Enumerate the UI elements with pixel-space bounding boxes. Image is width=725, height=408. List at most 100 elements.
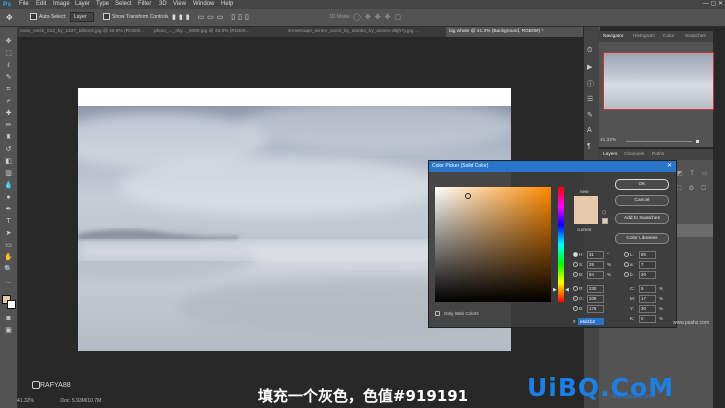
only-web-colors-checkbox[interactable] <box>435 311 440 316</box>
actions-icon[interactable]: ▶ <box>587 63 592 71</box>
align-icons[interactable]: ▮▮▮ ▭▭▭ ▯▯▯ <box>172 9 252 26</box>
screen-mode-icon[interactable]: ▣ <box>3 326 14 335</box>
lab-b-radio[interactable] <box>624 272 629 277</box>
b-field[interactable]: 94 <box>587 271 604 279</box>
web-safe-swatch[interactable] <box>602 218 608 224</box>
pen-tool-icon[interactable]: ✒ <box>3 205 14 214</box>
y-field[interactable]: 30 <box>639 305 656 313</box>
eraser-tool-icon[interactable]: ◧ <box>3 157 14 166</box>
menu-view[interactable]: View <box>173 0 186 9</box>
type-tool-icon[interactable]: T <box>3 217 14 226</box>
document-tab[interactable]: male_stock_012_by_1337_tdstock.jpg @ 40.… <box>17 27 154 37</box>
tab-layers[interactable]: Layers <box>603 149 617 160</box>
history-icon[interactable]: ⏱ <box>587 47 592 55</box>
document-tab[interactable]: snowscape_winter_stock_by_astoko_by_asto… <box>285 27 449 37</box>
h-radio[interactable] <box>573 252 578 257</box>
saturation-brightness-field[interactable] <box>435 187 551 302</box>
document-tab-active[interactable]: big whale @ 41.3% (Background, RGB/8#) * <box>446 27 601 37</box>
hue-slider-handle-icon[interactable]: ◀ <box>565 287 569 293</box>
cancel-button[interactable]: Cancel <box>615 195 669 206</box>
gradient-tool-icon[interactable]: ▥ <box>3 169 14 178</box>
paragraph-icon[interactable]: ¶ <box>587 143 591 150</box>
g-radio[interactable] <box>573 296 578 301</box>
auto-select-dropdown[interactable]: Layer <box>70 9 94 26</box>
tab-color[interactable]: Color <box>663 31 674 42</box>
menu-filter[interactable]: Filter <box>138 0 151 9</box>
dodge-tool-icon[interactable]: ● <box>3 193 14 202</box>
window-controls[interactable]: — ▢ ✕ <box>703 0 723 9</box>
a-radio[interactable] <box>624 262 629 267</box>
blur-tool-icon[interactable]: 💧 <box>3 181 14 190</box>
close-icon[interactable]: ✕ <box>667 161 672 172</box>
move-tool-icon[interactable]: ✥ <box>3 37 14 46</box>
menu-help[interactable]: Help <box>221 0 233 9</box>
eyedropper-tool-icon[interactable]: ⌿ <box>3 97 14 106</box>
menu-type[interactable]: Type <box>96 0 109 9</box>
hue-slider-handle-left-icon[interactable]: ▶ <box>553 287 557 293</box>
show-transform-checkbox[interactable]: Show Transform Controls <box>103 9 168 26</box>
navigator-thumbnail[interactable] <box>603 52 714 110</box>
menu-file[interactable]: File <box>19 0 29 9</box>
healing-tool-icon[interactable]: ✚ <box>3 109 14 118</box>
stamp-tool-icon[interactable]: ♜ <box>3 133 14 142</box>
move-tool-icon[interactable]: ✥ <box>6 9 13 26</box>
zoom-slider-handle[interactable] <box>696 140 699 143</box>
l-radio[interactable] <box>624 252 629 257</box>
m-field[interactable]: 17 <box>639 295 656 303</box>
zoom-slider[interactable] <box>626 141 692 142</box>
hue-slider[interactable] <box>558 187 564 302</box>
a-field[interactable]: 7 <box>639 261 656 269</box>
brush-tool-icon[interactable]: ✏ <box>3 121 14 130</box>
info-icon[interactable]: ⓘ <box>587 79 594 89</box>
quick-select-tool-icon[interactable]: ✎ <box>3 73 14 82</box>
menu-select[interactable]: Select <box>115 0 132 9</box>
s-radio[interactable] <box>573 262 578 267</box>
layer-lock-icons[interactable]: ⛶ ◎ ▢ <box>677 186 709 193</box>
tab-paths[interactable]: Paths <box>652 149 664 160</box>
marquee-tool-icon[interactable]: ⬚ <box>3 49 14 58</box>
lasso-tool-icon[interactable]: ℓ <box>3 61 14 70</box>
tab-navigator[interactable]: Navigator <box>603 31 624 42</box>
zoom-level[interactable]: 41.32% <box>17 398 34 404</box>
layer-filter-icons[interactable]: ◩ T ▭ <box>677 170 710 177</box>
zoom-tool-icon[interactable]: 🔍 <box>3 265 14 274</box>
lab-b-field[interactable]: 20 <box>639 271 656 279</box>
tab-histogram[interactable]: Histogram <box>633 31 655 42</box>
crop-tool-icon[interactable]: ⌗ <box>3 85 14 94</box>
add-to-swatches-button[interactable]: Add to Swatches <box>615 213 669 224</box>
properties-icon[interactable]: ☰ <box>587 95 593 103</box>
path-select-tool-icon[interactable]: ➤ <box>3 229 14 238</box>
color-libraries-button[interactable]: Color Libraries <box>615 233 669 244</box>
menu-layer[interactable]: Layer <box>75 0 90 9</box>
quick-mask-icon[interactable]: ◙ <box>3 314 14 323</box>
menu-3d[interactable]: 3D <box>159 0 167 9</box>
l-field[interactable]: 86 <box>639 251 656 259</box>
blue-radio[interactable] <box>573 306 578 311</box>
navigator-zoom-value[interactable]: 41.32% <box>600 138 616 143</box>
g-field[interactable]: 209 <box>587 295 604 303</box>
tab-swatches[interactable]: Swatches <box>685 31 706 42</box>
hex-field[interactable]: e6d1b2 <box>578 318 604 325</box>
edit-toolbar-icon[interactable]: … <box>3 277 14 286</box>
auto-select-checkbox[interactable]: Auto-Select: <box>30 9 66 26</box>
background-color-swatch[interactable] <box>7 300 16 309</box>
color-marker[interactable] <box>465 193 471 199</box>
current-color-swatch[interactable] <box>574 210 598 224</box>
k-field[interactable]: 0 <box>639 315 656 323</box>
layer-row-selected[interactable] <box>675 224 713 237</box>
menu-edit[interactable]: Edit <box>36 0 46 9</box>
3d-mode-icons[interactable]: ◯✥✥✥▢ <box>353 9 405 26</box>
shape-tool-icon[interactable]: ▭ <box>3 241 14 250</box>
blue-field[interactable]: 178 <box>587 305 604 313</box>
b-radio[interactable] <box>573 272 578 277</box>
ok-button[interactable]: OK <box>615 179 669 190</box>
hand-tool-icon[interactable]: ✋ <box>3 253 14 262</box>
tab-channels[interactable]: Channels <box>624 149 644 160</box>
r-field[interactable]: 230 <box>587 285 604 293</box>
s-field[interactable]: 25 <box>587 261 604 269</box>
menu-image[interactable]: Image <box>53 0 70 9</box>
c-field[interactable]: 5 <box>639 285 656 293</box>
menu-window[interactable]: Window <box>193 0 214 9</box>
r-radio[interactable] <box>573 286 578 291</box>
cube-icon[interactable]: ⬡ <box>602 210 606 216</box>
